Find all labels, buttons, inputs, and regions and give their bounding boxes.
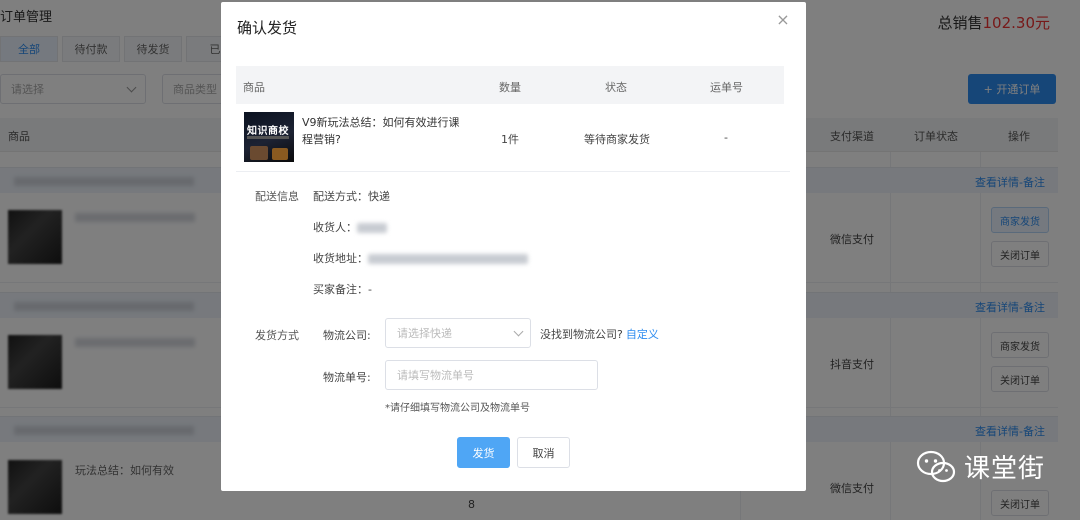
redacted-recipient: [357, 223, 387, 233]
not-found-text: 没找到物流公司?: [540, 328, 623, 341]
product-quantity: 1件: [501, 133, 519, 146]
col-tracking: 运单号: [710, 81, 743, 94]
logistics-company-label: 物流公司:: [323, 329, 371, 342]
ship-confirm-button[interactable]: 发货: [457, 437, 510, 468]
col-product: 商品: [243, 81, 265, 94]
logistics-not-found: 没找到物流公司? 自定义: [540, 326, 659, 342]
chevron-down-icon: [513, 326, 524, 337]
logistics-company-placeholder: 请选择快递: [397, 327, 452, 340]
custom-logistics-link[interactable]: 自定义: [626, 328, 659, 341]
address-label: 收货地址：: [313, 252, 368, 265]
watermark-text: 课堂街: [964, 454, 1046, 484]
watermark: 课堂街: [916, 448, 1045, 485]
product-tracking: -: [724, 131, 728, 144]
product-name: V9新玩法总结：如何有效进行课程营销?: [302, 116, 460, 146]
logistics-company-select[interactable]: 请选择快递: [385, 318, 531, 348]
tracking-number-label: 物流单号:: [323, 371, 371, 384]
close-icon[interactable]: ×: [775, 12, 791, 28]
address-line: 收货地址：: [313, 250, 528, 266]
product-table-header: 商品 数量 状态 运单号: [236, 66, 784, 104]
delivery-info-label: 配送信息: [255, 190, 299, 203]
shipping-hint: *请仔细填写物流公司及物流单号: [385, 403, 530, 414]
recipient-label: 收货人：: [313, 221, 357, 234]
col-quantity: 数量: [499, 81, 521, 94]
cancel-button[interactable]: 取消: [517, 437, 570, 468]
redacted-address: [368, 254, 528, 264]
col-status: 状态: [605, 81, 627, 94]
product-row: 知识商校 V9新玩法总结：如何有效进行课程营销? 1件 等待商家发货 -: [236, 104, 790, 172]
wechat-icon: [916, 450, 956, 482]
product-status: 等待商家发货: [584, 133, 650, 146]
shipping-method-label: 发货方式: [255, 329, 299, 342]
delivery-method: 配送方式：快递: [313, 190, 390, 203]
tracking-number-input[interactable]: [385, 360, 598, 390]
thumbnail-text: 知识商校: [247, 126, 289, 137]
dialog-title: 确认发货: [237, 19, 298, 37]
buyer-note: 买家备注：-: [313, 283, 372, 296]
product-thumbnail: 知识商校: [244, 112, 294, 162]
confirm-shipment-dialog: 确认发货 × 商品 数量 状态 运单号 知识商校 V9新玩法总结：如何有效进行课…: [221, 2, 806, 491]
recipient-line: 收货人：: [313, 219, 387, 235]
